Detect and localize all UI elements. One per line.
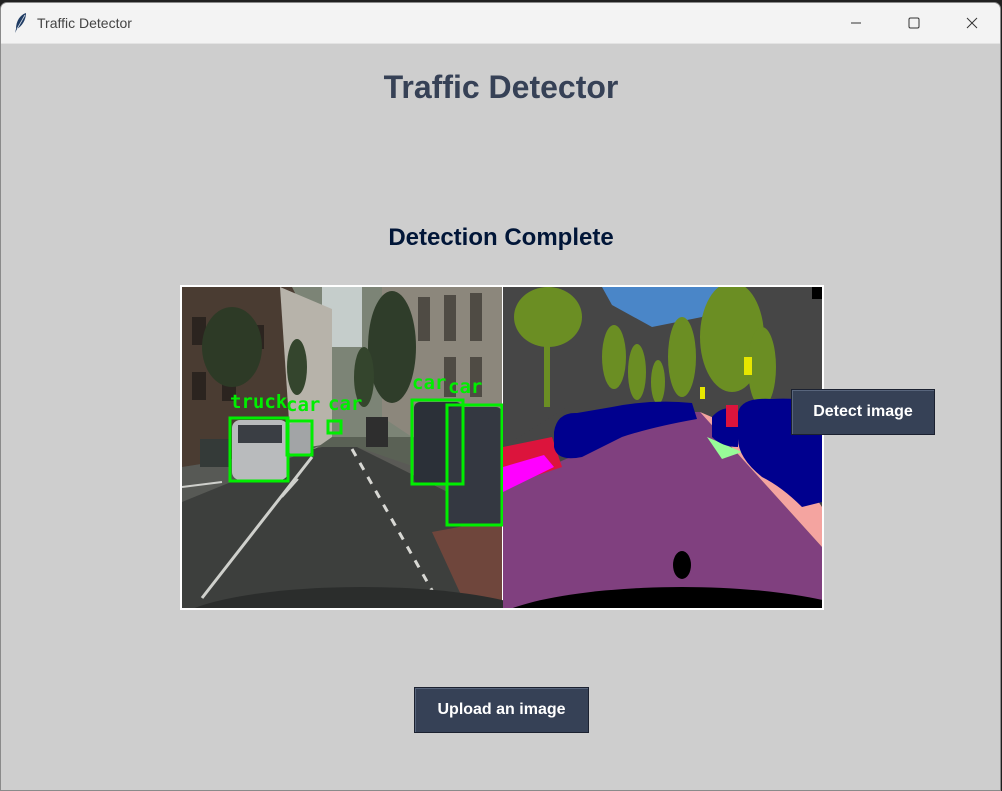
close-button[interactable]	[943, 3, 1000, 43]
detection-label-truck: truck	[230, 391, 288, 413]
close-icon	[966, 17, 978, 29]
detection-label-car-1: car	[286, 394, 320, 416]
title-bar[interactable]: Traffic Detector	[1, 3, 1000, 44]
detection-label-car-4: car	[448, 376, 482, 398]
maximize-icon	[908, 17, 920, 29]
detect-image-button[interactable]: Detect image	[791, 389, 935, 435]
app-heading: Traffic Detector	[383, 69, 619, 105]
minimize-icon	[851, 22, 861, 24]
window-title: Traffic Detector	[37, 15, 132, 31]
camera-photo-panel	[182, 287, 530, 608]
result-image-canvas: truck car car car car	[182, 287, 822, 608]
segmentation-map-panel	[503, 287, 822, 608]
feather-icon	[15, 13, 26, 33]
detection-label-car-3: car	[412, 372, 446, 394]
detection-label-car-2: car	[328, 393, 362, 415]
app-window: Traffic Detector Traffic Detector Detect…	[0, 2, 1001, 791]
maximize-button[interactable]	[885, 3, 943, 43]
detection-status: Detection Complete	[388, 224, 614, 251]
upload-image-button[interactable]: Upload an image	[414, 687, 589, 733]
minimize-button[interactable]	[827, 3, 885, 43]
result-image: truck car car car car	[180, 285, 824, 610]
